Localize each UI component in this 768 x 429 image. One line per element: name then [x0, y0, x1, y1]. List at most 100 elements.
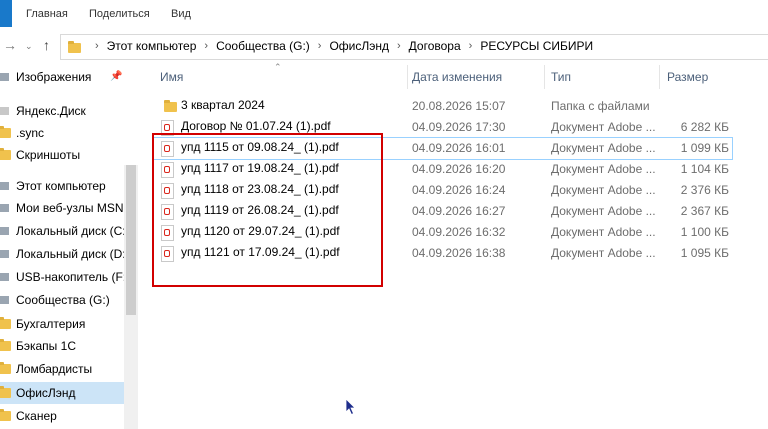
- nav-item[interactable]: Изображения: [0, 66, 124, 88]
- address-row: → ⌄ ↑ › Этот компьютер › Сообщества (G:) › Оф…: [0, 27, 768, 65]
- nav-item[interactable]: Локальный диск (D:): [0, 243, 130, 265]
- breadcrumb-item[interactable]: ОфисЛэнд: [329, 39, 389, 53]
- navigation-pane: Изображения Яндекс.Диск .sync Скриншоты Этот…: [0, 65, 138, 429]
- nav-item-label: .sync: [16, 126, 45, 140]
- file-size: 1 104 КБ: [680, 162, 729, 176]
- usb-drive-icon: [0, 273, 16, 281]
- cloud-icon: [0, 107, 16, 115]
- folder-icon: [0, 317, 16, 329]
- file-row[interactable]: 3 квартал 2024 20.08.2026 15:07 Папка с фа…: [152, 96, 734, 117]
- breadcrumb-item[interactable]: Договора: [409, 39, 461, 53]
- column-header-size[interactable]: Размер: [667, 70, 708, 84]
- folder-icon: [0, 409, 16, 421]
- nav-scrollbar[interactable]: [124, 165, 138, 429]
- nav-item-label: Яндекс.Диск: [16, 104, 86, 118]
- nav-item[interactable]: Сканер: [0, 405, 124, 427]
- nav-item[interactable]: Яндекс.Диск: [0, 100, 124, 122]
- pictures-icon: [0, 73, 16, 81]
- breadcrumb-separator-icon[interactable]: ›: [95, 40, 99, 52]
- nav-item-label: Этот компьютер: [16, 179, 106, 193]
- file-size: 2 376 КБ: [680, 183, 729, 197]
- nav-scrollbar-thumb[interactable]: [126, 165, 136, 315]
- file-name-cell[interactable]: 3 квартал 2024: [163, 98, 403, 115]
- nav-item[interactable]: Скриншоты: [0, 144, 124, 166]
- computer-icon: [0, 182, 16, 190]
- column-divider[interactable]: [407, 65, 408, 89]
- highlight-annotation: [152, 133, 383, 287]
- file-size: 2 367 КБ: [680, 204, 729, 218]
- pin-icon: 📌: [110, 71, 123, 82]
- column-header-name[interactable]: Имя: [160, 70, 183, 84]
- breadcrumb-separator-icon[interactable]: ›: [204, 40, 208, 52]
- drive-icon: [0, 250, 16, 258]
- breadcrumb-item[interactable]: РЕСУРСЫ СИБИРИ: [480, 39, 593, 53]
- folder-icon: [164, 100, 177, 112]
- file-date: 04.09.2026 16:27: [412, 204, 506, 218]
- breadcrumb-separator-icon[interactable]: ›: [397, 40, 401, 52]
- file-type: Документ Adobe ...: [551, 246, 656, 260]
- nav-item[interactable]: Ломбардисты: [0, 358, 124, 380]
- folder-icon: [0, 339, 16, 351]
- file-type: Документ Adobe ...: [551, 141, 656, 155]
- file-size: 1 095 КБ: [680, 246, 729, 260]
- web-folder-icon: [0, 204, 16, 212]
- nav-item-label: Скриншоты: [16, 148, 81, 162]
- tab-home[interactable]: Главная: [26, 8, 68, 20]
- nav-item[interactable]: ОфисЛэнд: [0, 382, 124, 404]
- nav-item-label: USB-накопитель (F:): [16, 270, 131, 284]
- breadcrumb-separator-icon[interactable]: ›: [318, 40, 322, 52]
- file-date: 04.09.2026 16:24: [412, 183, 506, 197]
- breadcrumb-separator-icon[interactable]: ›: [469, 40, 473, 52]
- file-name: Договор № 01.07.24 (1).pdf: [181, 119, 331, 133]
- file-type: Документ Adobe ...: [551, 204, 656, 218]
- nav-item[interactable]: Бэкапы 1С: [0, 335, 124, 357]
- tab-share[interactable]: Поделиться: [89, 8, 150, 20]
- mouse-cursor-icon: [345, 398, 356, 416]
- nav-item-label: Изображения: [16, 70, 92, 84]
- tab-view[interactable]: Вид: [171, 8, 191, 20]
- nav-item-label: Бухгалтерия: [16, 317, 86, 331]
- file-date: 04.09.2026 16:20: [412, 162, 506, 176]
- file-type: Папка с файлами: [551, 99, 650, 113]
- nav-item-label: Сканер: [16, 409, 57, 423]
- network-drive-icon: [0, 296, 16, 304]
- nav-item-label: Ломбардисты: [16, 362, 93, 376]
- folder-icon: [0, 362, 16, 374]
- recent-dropdown-icon[interactable]: ⌄: [25, 41, 33, 52]
- folder-icon: [68, 41, 81, 53]
- folder-icon: [0, 126, 16, 138]
- file-tab[interactable]: [0, 0, 12, 27]
- column-header-type[interactable]: Тип: [551, 70, 571, 84]
- nav-item[interactable]: USB-накопитель (F:): [0, 266, 130, 288]
- column-divider[interactable]: [659, 65, 660, 89]
- file-date: 04.09.2026 16:32: [412, 225, 506, 239]
- forward-icon[interactable]: →: [3, 37, 17, 53]
- sort-ascending-icon: ⌃: [274, 62, 282, 72]
- nav-item[interactable]: Этот компьютер: [0, 175, 124, 197]
- nav-item-label: Локальный диск (D:): [16, 247, 130, 261]
- file-date: 04.09.2026 16:38: [412, 246, 506, 260]
- file-date: 04.09.2026 17:30: [412, 120, 506, 134]
- breadcrumb-item[interactable]: Этот компьютер: [107, 39, 197, 53]
- column-divider[interactable]: [544, 65, 545, 89]
- column-header-date[interactable]: Дата изменения: [412, 70, 502, 84]
- nav-item[interactable]: Локальный диск (C:): [0, 220, 130, 242]
- nav-item[interactable]: Бухгалтерия: [0, 313, 124, 335]
- folder-icon: [0, 148, 16, 160]
- file-size: 1 099 КБ: [680, 141, 729, 155]
- nav-item-label: Локальный диск (C:): [16, 224, 130, 238]
- nav-item[interactable]: Мои веб-узлы MSN: [0, 197, 124, 219]
- nav-item-label: Бэкапы 1С: [16, 339, 76, 353]
- file-size: 6 282 КБ: [680, 120, 729, 134]
- address-bar[interactable]: › Этот компьютер › Сообщества (G:) › ОфисЛэнд…: [60, 34, 768, 60]
- nav-item[interactable]: .sync: [0, 122, 124, 144]
- folder-icon: [0, 386, 16, 398]
- file-type: Документ Adobe ...: [551, 162, 656, 176]
- file-type: Документ Adobe ...: [551, 183, 656, 197]
- nav-item[interactable]: Сообщества (G:): [0, 289, 124, 311]
- drive-icon: [0, 227, 16, 235]
- file-type: Документ Adobe ...: [551, 120, 656, 134]
- nav-item-label: ОфисЛэнд: [16, 386, 76, 400]
- up-icon[interactable]: ↑: [43, 37, 50, 53]
- breadcrumb-item[interactable]: Сообщества (G:): [216, 39, 310, 53]
